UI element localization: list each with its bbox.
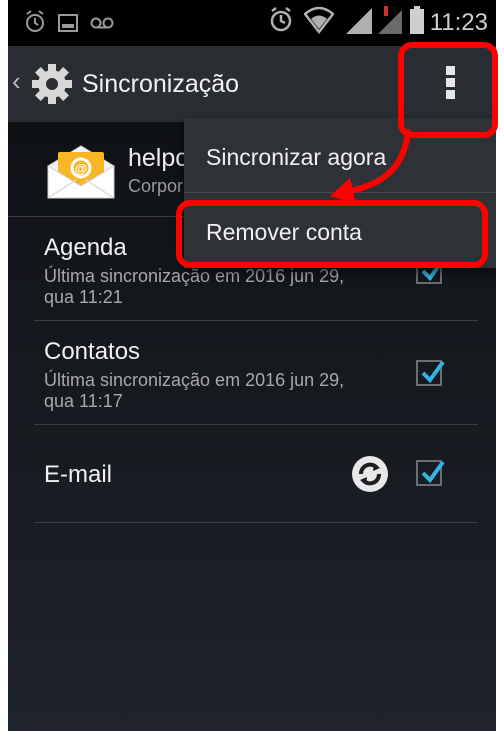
sync-item-last-sync: Última sincronização em 2016 jun 29, qua…	[44, 370, 345, 411]
status-bar: 11:23	[8, 0, 496, 46]
checkmark-icon	[421, 460, 445, 484]
sync-item-last-sync: Última sincronização em 2016 jun 29, qua…	[44, 266, 345, 307]
checkmark-icon	[421, 360, 445, 384]
alarm-icon	[270, 7, 292, 32]
sync-item-label: Contatos	[44, 338, 141, 365]
sync-item-label: Agenda	[44, 234, 127, 261]
email-envelope-icon: @	[47, 145, 115, 199]
image-icon	[58, 14, 78, 32]
account-name: helpc	[128, 144, 188, 172]
sync-item-contatos[interactable]: Contatos Última sincronização em 2016 ju…	[34, 320, 478, 425]
settings-gear-icon[interactable]	[30, 62, 74, 106]
account-type: Corpor	[128, 176, 184, 196]
back-chevron-icon[interactable]: ‹	[12, 66, 21, 97]
highlight-overflow-button	[398, 42, 498, 138]
sync-in-progress-icon	[352, 456, 388, 492]
svg-text:@: @	[75, 161, 88, 176]
annotation-arrow-icon	[330, 129, 411, 204]
contatos-checkbox[interactable]	[416, 360, 445, 386]
clock: 11:23	[429, 9, 488, 36]
signal-no-sim-icon	[378, 6, 402, 34]
battery-icon	[410, 6, 424, 34]
sync-item-label: E-mail	[44, 461, 113, 488]
alarm-icon	[26, 10, 44, 32]
email-checkbox[interactable]	[416, 460, 445, 486]
wifi-icon	[304, 6, 334, 34]
voicemail-icon	[90, 17, 114, 29]
page-title: Sincronização	[82, 70, 240, 98]
sync-item-email[interactable]: E-mail	[34, 424, 478, 523]
signal-icon	[346, 8, 372, 34]
